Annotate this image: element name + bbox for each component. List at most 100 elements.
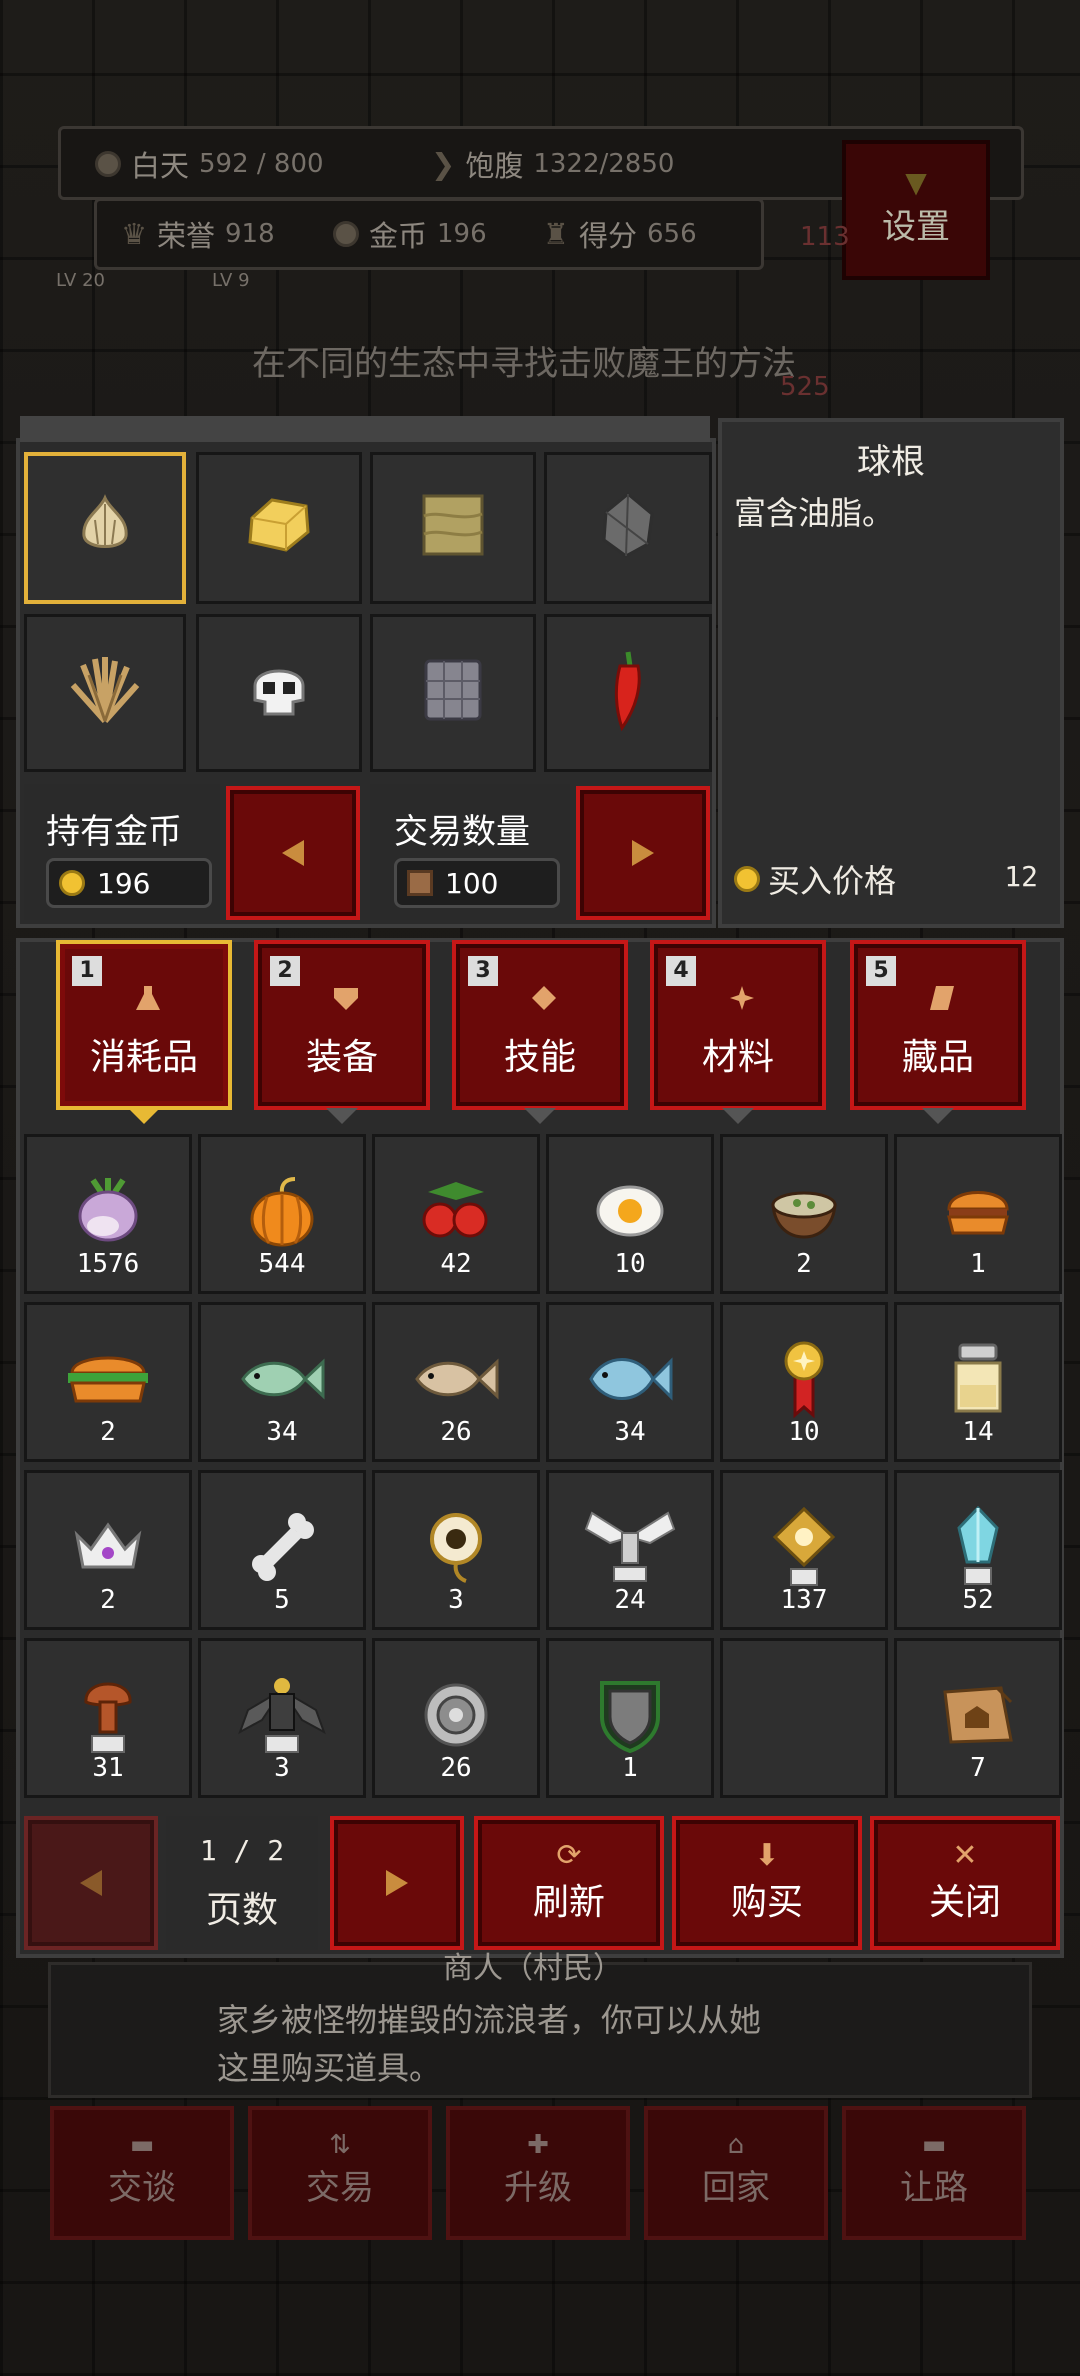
- item-detail-panel: 球根 富含油脂。 买入价格 12: [718, 418, 1064, 928]
- score-stat: ♜ 得分 656: [543, 213, 697, 255]
- go-home-button[interactable]: ⌂ 回家: [644, 2106, 828, 2240]
- tab-label: 材料: [701, 1037, 774, 1078]
- item-count: 3: [274, 1753, 290, 1783]
- shop-item[interactable]: 7: [894, 1638, 1062, 1798]
- page-label: 页数: [205, 1890, 278, 1931]
- tab-consumables[interactable]: 1 消耗品: [56, 940, 232, 1110]
- gold-coin-icon: [734, 866, 760, 892]
- npc-description-line1: 家乡被怪物摧毁的流浪者，你可以从她: [217, 2001, 762, 2039]
- tab-equipment[interactable]: 2 装备: [254, 940, 430, 1110]
- shop-item[interactable]: 2: [720, 1134, 888, 1294]
- mushroom-statue-icon: [84, 1682, 132, 1753]
- dark-idol-icon: [238, 1677, 326, 1753]
- item-slot-sand[interactable]: [370, 452, 536, 604]
- item-slot-bulb[interactable]: [24, 452, 186, 604]
- npc-description-line2: 这里购买道具。: [217, 2049, 442, 2087]
- shop-item[interactable]: 10: [720, 1302, 888, 1462]
- refresh-icon: ⟳: [556, 1838, 582, 1873]
- shield-tab-icon: [334, 988, 358, 1010]
- buy-button[interactable]: ⬇ 购买: [672, 1816, 862, 1950]
- next-page-button[interactable]: [330, 1816, 464, 1950]
- trade-qty-pill[interactable]: 100: [394, 858, 560, 908]
- item-slot-pepper[interactable]: [544, 614, 712, 772]
- item-count: 7: [970, 1753, 986, 1783]
- item-slot-ore[interactable]: [544, 452, 712, 604]
- hud-score-bar: ♛ 荣誉 918 金币 196 ♜ 得分 656: [94, 198, 764, 270]
- day-value: 592 / 800: [199, 149, 324, 179]
- tab-pointer-active: [128, 1108, 160, 1124]
- crystal-icon: [957, 1505, 999, 1585]
- qty-decrease-button[interactable]: [226, 786, 360, 920]
- shop-item[interactable]: 544: [198, 1134, 366, 1294]
- crown-small-icon: ♛: [121, 217, 147, 251]
- trade-button[interactable]: ⇅ 交易: [248, 2106, 432, 2240]
- tab-label: 藏品: [901, 1037, 974, 1078]
- tab-skills[interactable]: 3 技能: [452, 940, 628, 1110]
- gold-relic-icon: [772, 1506, 836, 1586]
- shop-item[interactable]: 3: [372, 1470, 540, 1630]
- honor-stat: ♛ 荣誉 918: [121, 213, 275, 255]
- eye-icon: [430, 1512, 482, 1583]
- shop-item[interactable]: 1: [546, 1638, 714, 1798]
- shop-item[interactable]: 26: [372, 1302, 540, 1462]
- tab-number: 2: [270, 956, 300, 986]
- buy-arrow-icon: ⬇: [754, 1838, 780, 1873]
- upgrade-button[interactable]: ✚ 升级: [446, 2106, 630, 2240]
- buy-price-label: 买入价格: [768, 862, 897, 900]
- shop-item[interactable]: 42: [372, 1134, 540, 1294]
- tab-collectibles[interactable]: 5 藏品: [850, 940, 1026, 1110]
- tab-pointer: [922, 1108, 954, 1124]
- prev-page-button[interactable]: [24, 1816, 158, 1950]
- shop-item[interactable]: 1576: [24, 1134, 192, 1294]
- shop-item[interactable]: 24: [546, 1470, 714, 1630]
- bone-icon: [252, 1512, 314, 1581]
- honor-value: 918: [225, 219, 275, 249]
- item-slot-plate[interactable]: [370, 614, 536, 772]
- honor-label: 荣誉: [157, 219, 216, 253]
- item-count: 10: [788, 1417, 820, 1447]
- close-button[interactable]: ✕ 关闭: [870, 1816, 1060, 1950]
- shop-item[interactable]: 26: [372, 1638, 540, 1798]
- item-count: 1576: [76, 1249, 140, 1279]
- tab-materials[interactable]: 4 材料: [650, 940, 826, 1110]
- shop-item[interactable]: 137: [720, 1470, 888, 1630]
- shop-item[interactable]: 14: [894, 1302, 1062, 1462]
- trade-qty-label: 交易数量: [394, 812, 530, 852]
- green-fish-icon: [241, 1358, 325, 1400]
- shop-item[interactable]: 1: [894, 1134, 1062, 1294]
- buy-price-value: 12: [1004, 860, 1038, 893]
- pumpkin-icon: [250, 1176, 314, 1247]
- gold-coin-icon: [59, 870, 85, 896]
- give-way-button[interactable]: ▬ 让路: [842, 2106, 1026, 2240]
- shop-item[interactable]: 2: [24, 1302, 192, 1462]
- item-slot-butter[interactable]: [196, 452, 362, 604]
- shop-item-empty[interactable]: [720, 1638, 888, 1798]
- gold-stat: 金币 196: [333, 213, 487, 255]
- item-slot-skull[interactable]: [196, 614, 362, 772]
- item-slot-hay[interactable]: [24, 614, 186, 772]
- shop-item[interactable]: 5: [198, 1470, 366, 1630]
- hint-text: 在不同的生态中寻找击败魔王的方法: [252, 344, 796, 384]
- trade-label: 交易: [306, 2168, 374, 2208]
- refresh-label: 刷新: [532, 1882, 605, 1923]
- shop-item[interactable]: 31: [24, 1638, 192, 1798]
- shop-item[interactable]: 10: [546, 1134, 714, 1294]
- talk-button[interactable]: ▬ 交谈: [50, 2106, 234, 2240]
- brown-fish-icon: [415, 1358, 499, 1400]
- item-count: 1: [622, 1753, 638, 1783]
- tab-label: 装备: [305, 1037, 378, 1078]
- shop-item[interactable]: 52: [894, 1470, 1062, 1630]
- medal-icon: [784, 1341, 824, 1419]
- shop-item[interactable]: 3: [198, 1638, 366, 1798]
- shop-item[interactable]: 2: [24, 1470, 192, 1630]
- refresh-button[interactable]: ⟳ 刷新: [474, 1816, 664, 1950]
- chili-pepper-icon: [614, 651, 641, 732]
- winged-relic-icon: [584, 1511, 676, 1582]
- item-count: 1: [970, 1249, 986, 1279]
- qty-increase-button[interactable]: [576, 786, 710, 920]
- settings-button[interactable]: ▼ 设置: [842, 140, 990, 280]
- shop-item[interactable]: 34: [546, 1302, 714, 1462]
- hunger-label: 饱腹: [465, 149, 524, 183]
- shop-item[interactable]: 34: [198, 1302, 366, 1462]
- gold-held-label: 持有金币: [46, 812, 182, 852]
